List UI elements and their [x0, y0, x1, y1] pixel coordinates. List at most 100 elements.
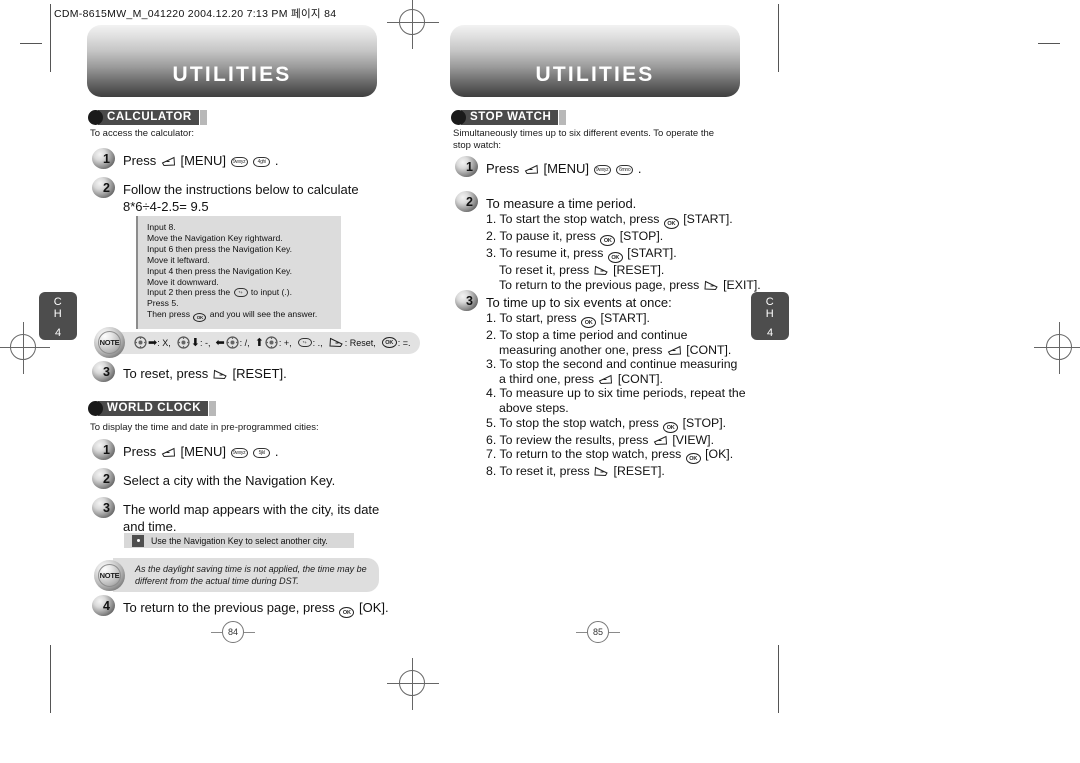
- crop-mark-top-right-vertical: [778, 4, 779, 72]
- sub-item-key-label: [STOP].: [682, 415, 727, 430]
- step-number: 2: [103, 471, 110, 486]
- sub-item-text: To stop the second and continue measurin…: [499, 357, 738, 372]
- tip-bullet-icon: [132, 534, 144, 547]
- legend-op-divide: : /,: [239, 337, 250, 348]
- instruction-line: Input 6 then press the Navigation Key.: [147, 243, 293, 254]
- reset-key-label: [RESET].: [232, 366, 287, 381]
- menu-label: [MENU]: [180, 444, 226, 459]
- sub-item: 7. To return to the stop watch, press OK…: [486, 447, 746, 465]
- sub-item-key-label: [CONT].: [617, 371, 663, 386]
- calculator-legend-body: ➡ : X, ⬇ : -, ⬅ : /, ⬆ : +, *+ : ., : Re…: [113, 331, 421, 354]
- step-number: 3: [103, 364, 110, 379]
- keypad-6-icon: 6mno: [616, 165, 634, 175]
- stop-watch-intro-line1: Simultaneously times up to six different…: [453, 128, 715, 139]
- world-clock-step-2-text: Select a city with the Navigation Key.: [123, 473, 336, 488]
- sub-item: 4. To measure up to six time periods, re…: [486, 386, 746, 401]
- sub-item-key-label: [EXIT].: [723, 277, 761, 292]
- sub-item-text: To reset it, press: [499, 263, 590, 277]
- step-number-badge: 1: [455, 156, 480, 179]
- sub-item-text: To review the results, press: [499, 432, 649, 447]
- keypad-9-icon: 9wxyz: [230, 448, 248, 458]
- legend-op-equals: : =.: [397, 337, 411, 348]
- section-tail-decoration: [559, 109, 567, 125]
- sub-item-text: To return to the previous page, press: [499, 277, 700, 292]
- stop-watch-step-1-text: Press [MENU] 9wxyz 6mno .: [486, 159, 641, 177]
- page-number-left: 84: [211, 621, 255, 643]
- keypad-star-icon: *+: [233, 288, 248, 298]
- left-soft-key-icon: [161, 156, 176, 167]
- registration-crosshair-right: [1034, 322, 1080, 374]
- sub-item-text: To pause it, press: [499, 229, 596, 243]
- left-soft-key-icon: [161, 447, 176, 458]
- period-label: .: [274, 444, 279, 459]
- sub-item-text: To return to the stop watch, press: [499, 447, 682, 462]
- ok-key-icon: OK: [381, 337, 397, 348]
- sub-item-number: 6.: [486, 432, 497, 447]
- sub-item: 8. To reset it, press [RESET].: [486, 464, 746, 479]
- keypad-9-icon: 9wxyz: [230, 157, 248, 167]
- sub-item-key-label: [START].: [683, 212, 733, 226]
- calculator-step-2-line1: Follow the instructions below to calcula…: [123, 182, 359, 197]
- return-instruction-label: To return to the previous page, press: [123, 600, 335, 615]
- chapter-letter-c: C: [53, 296, 63, 308]
- legend-op-plus: : +,: [278, 337, 292, 348]
- legend-op-decimal: : .,: [312, 337, 323, 348]
- step-number-badge: 2: [92, 177, 117, 200]
- section-bullet-icon: [451, 109, 466, 125]
- sub-item: 2. To stop a time period and continue: [486, 328, 746, 343]
- section-header-calculator: CALCULATOR: [88, 109, 207, 125]
- calculator-instruction-box: Input 8. Move the Navigation Key rightwa…: [136, 216, 341, 330]
- step-number: 3: [466, 293, 473, 308]
- sub-item-text: To reset it, press: [499, 464, 590, 479]
- crop-mark-bottom-right-vertical: [778, 645, 779, 713]
- stop-watch-intro: Simultaneously times up to six different…: [453, 128, 714, 152]
- right-soft-key-icon: [329, 337, 344, 348]
- chapter-number: 4: [766, 327, 774, 339]
- crop-mark-right-horizontal: [1038, 43, 1060, 44]
- note-badge-icon: NOTE: [94, 327, 125, 358]
- arrow-down-icon: ⬇: [190, 337, 200, 349]
- calculator-step-1-text: Press [MENU] 9wxyz 4ghi .: [123, 151, 278, 169]
- left-soft-key-icon: [653, 435, 668, 446]
- world-clock-note: NOTE As the daylight saving time is not …: [94, 558, 379, 592]
- section-label-calculator: CALCULATOR: [98, 109, 199, 125]
- ok-key-icon: OK: [663, 218, 679, 229]
- note-line-2: different from the actual time during DS…: [135, 576, 299, 586]
- nav-key-down-icon: [177, 336, 190, 349]
- section-header-stop-watch: STOP WATCH: [451, 109, 567, 125]
- period-label: .: [637, 161, 642, 176]
- world-clock-step-1-text: Press [MENU] 9wxyz 5jkl .: [123, 442, 278, 460]
- instruction-line: Move it downward.: [147, 276, 219, 287]
- step-number-badge: 3: [92, 497, 117, 520]
- legend-op-reset: : Reset,: [344, 337, 376, 348]
- step-number-badge: 1: [92, 439, 117, 462]
- keypad-4-icon: 4ghi: [253, 157, 271, 167]
- sub-item-text: To measure up to six time periods, repea…: [499, 386, 746, 401]
- world-clock-tip-text: Use the Navigation Key to select another…: [151, 535, 328, 546]
- ok-key-icon: OK: [581, 317, 597, 328]
- calculator-intro: To access the calculator:: [90, 128, 195, 139]
- registration-crosshair-bottom: [387, 658, 439, 710]
- stop-watch-step-3-title: To time up to six events at once:: [486, 295, 672, 310]
- step-number-badge: 3: [92, 361, 117, 384]
- world-clock-step-4-text: To return to the previous page, press OK…: [123, 598, 389, 618]
- instruction-line: Input 8.: [147, 222, 176, 232]
- left-soft-key-icon: [667, 345, 682, 356]
- sub-item: 2. To pause it, press OK [STOP].: [486, 229, 761, 246]
- sub-item: above steps.: [486, 401, 746, 416]
- step-number-badge: 2: [92, 468, 117, 491]
- stop-watch-step-2-title: To measure a time period.: [486, 196, 637, 211]
- calculator-legend-strip: NOTE ➡ : X, ⬇ : -, ⬅ : /, ⬆ : +, *+ : .,…: [94, 327, 421, 358]
- calculator-step-2-text: Follow the instructions below to calcula…: [123, 180, 359, 215]
- step-number: 2: [466, 194, 473, 209]
- sub-item-text: To stop a time period and continue: [499, 328, 688, 342]
- press-label: Press: [123, 153, 157, 168]
- step-number: 1: [103, 442, 110, 457]
- sub-item-text: above steps.: [499, 400, 569, 415]
- sub-item-key-label: [START].: [600, 311, 650, 325]
- note-line-1: As the daylight saving time is not appli…: [135, 564, 367, 574]
- legend-op-multiply: : X,: [157, 337, 171, 348]
- step-number: 3: [103, 500, 110, 515]
- stop-watch-step-2: 2 To measure a time period. 1. To start …: [455, 191, 785, 292]
- step-number: 1: [103, 151, 110, 166]
